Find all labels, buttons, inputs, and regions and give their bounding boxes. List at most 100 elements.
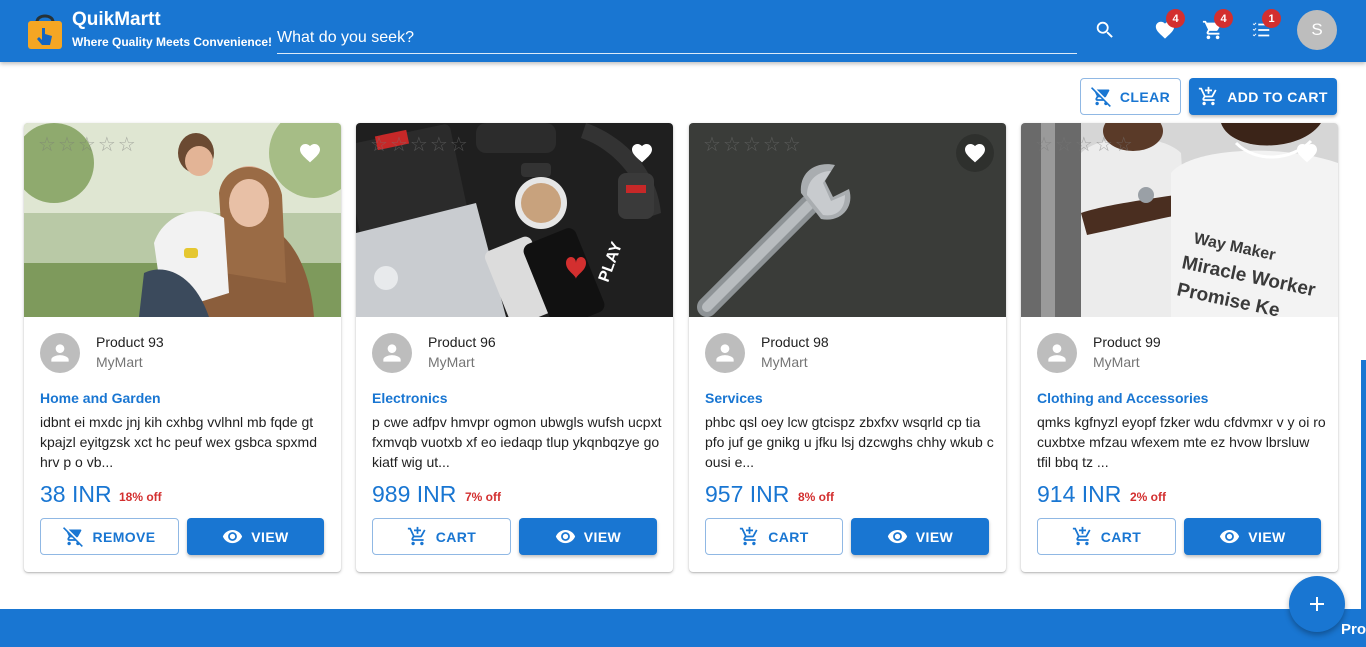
view-button[interactable]: VIEW: [187, 518, 324, 555]
product-seller: MyMart: [428, 354, 475, 370]
eye-icon: [223, 529, 243, 544]
star-icon[interactable]: ☆: [703, 135, 721, 155]
search-button[interactable]: [1092, 17, 1118, 43]
favorite-button[interactable]: [1288, 134, 1326, 172]
search-icon: [1096, 21, 1113, 38]
product-category[interactable]: Services: [705, 390, 763, 406]
star-icon[interactable]: ☆: [743, 135, 761, 155]
remove-from-cart-icon: [63, 527, 84, 547]
product-card[interactable]: ☆ ☆ ☆ ☆ ☆ Product 93 MyMart Home and Garden …: [24, 123, 341, 572]
search-input[interactable]: [277, 24, 1077, 52]
star-icon[interactable]: ☆: [58, 135, 76, 155]
rating-stars[interactable]: ☆ ☆ ☆ ☆ ☆: [703, 135, 801, 155]
add-fab-button[interactable]: [1289, 576, 1345, 632]
star-icon[interactable]: ☆: [390, 135, 408, 155]
heart-icon: [632, 144, 652, 163]
view-button[interactable]: VIEW: [519, 518, 657, 555]
product-description: p cwe adfpv hmvpr ogmon ubwgls wufsh ucp…: [372, 414, 662, 470]
star-icon[interactable]: ☆: [118, 135, 136, 155]
product-price: 957 INR: [705, 481, 790, 507]
star-icon[interactable]: ☆: [370, 135, 388, 155]
remove-from-cart-icon: [1090, 87, 1111, 107]
person-icon: [51, 344, 69, 362]
product-category[interactable]: Home and Garden: [40, 390, 161, 406]
add-to-cart-icon: [1199, 86, 1217, 106]
shopping-bag-logo-icon[interactable]: [26, 10, 64, 50]
star-icon[interactable]: ☆: [410, 135, 428, 155]
eye-icon: [555, 529, 575, 544]
product-image[interactable]: ☆ ☆ ☆ ☆ ☆: [689, 123, 1006, 317]
search-field[interactable]: [277, 24, 1077, 54]
star-icon[interactable]: ☆: [723, 135, 741, 155]
star-icon[interactable]: ☆: [783, 135, 801, 155]
star-icon[interactable]: ☆: [38, 135, 56, 155]
product-category[interactable]: Electronics: [372, 390, 447, 406]
rating-stars[interactable]: ☆ ☆ ☆ ☆ ☆: [38, 135, 136, 155]
add-to-cart-button[interactable]: CART: [705, 518, 843, 555]
rating-stars[interactable]: ☆ ☆ ☆ ☆ ☆: [1035, 135, 1133, 155]
scrollbar[interactable]: [1361, 360, 1366, 610]
person-icon: [716, 344, 734, 362]
product-description: qmks kgfnyzl eyopf fzker wdu cfdvmxr v y…: [1037, 414, 1326, 470]
footer-text: Pro: [1340, 621, 1366, 638]
wishlist-button[interactable]: 4: [1152, 9, 1185, 43]
cart-button-label: CART: [435, 528, 477, 545]
product-image[interactable]: ☆ ☆ ☆ ☆ ☆: [24, 123, 341, 317]
eye-icon: [887, 529, 907, 544]
seller-avatar: [705, 333, 745, 373]
discount-label: 7% off: [465, 490, 501, 504]
remove-button-label: REMOVE: [92, 528, 156, 545]
clear-button[interactable]: CLEAR: [1080, 78, 1181, 115]
product-name: Product 99: [1093, 334, 1161, 350]
add-to-cart-button[interactable]: CART: [1037, 518, 1176, 555]
brand-tagline: Where Quality Meets Convenience!: [72, 35, 273, 49]
add-to-cart-icon: [407, 526, 426, 546]
product-category[interactable]: Clothing and Accessories: [1037, 390, 1208, 406]
eye-icon: [1220, 529, 1240, 544]
star-icon[interactable]: ☆: [1055, 135, 1073, 155]
star-icon[interactable]: ☆: [1115, 135, 1133, 155]
person-icon: [383, 344, 401, 362]
wishlist-count-badge: 4: [1166, 9, 1185, 28]
product-card[interactable]: PLAY ☆ ☆ ☆ ☆ ☆ Product 96 MyMart Electronics…: [356, 123, 673, 572]
view-button-label: VIEW: [1248, 528, 1286, 545]
star-icon[interactable]: ☆: [450, 135, 468, 155]
discount-label: 2% off: [1130, 490, 1166, 504]
add-to-cart-button[interactable]: CART: [372, 518, 511, 555]
product-seller: MyMart: [1093, 354, 1140, 370]
product-description: phbc qsl oey lcw gtcispz zbxfxv wsqrld c…: [705, 414, 994, 470]
favorite-button[interactable]: [291, 134, 329, 172]
star-icon[interactable]: ☆: [1035, 135, 1053, 155]
star-icon[interactable]: ☆: [763, 135, 781, 155]
star-icon[interactable]: ☆: [430, 135, 448, 155]
orders-button[interactable]: 1: [1248, 9, 1281, 43]
cart-button[interactable]: 4: [1200, 9, 1233, 43]
brand-name[interactable]: QuikMartt: [72, 9, 161, 31]
product-card[interactable]: ☆ ☆ ☆ ☆ ☆ Product 98 MyMart Services phbc qs…: [689, 123, 1006, 572]
seller-avatar: [372, 333, 412, 373]
view-button[interactable]: VIEW: [1184, 518, 1321, 555]
product-card[interactable]: Way Maker Miracle Worker Promise Ke ☆ ☆ ☆ ☆…: [1021, 123, 1338, 572]
rating-stars[interactable]: ☆ ☆ ☆ ☆ ☆: [370, 135, 468, 155]
view-button-label: VIEW: [583, 528, 622, 545]
star-icon[interactable]: ☆: [1075, 135, 1093, 155]
favorite-button[interactable]: [956, 134, 994, 172]
heart-icon: [300, 144, 320, 163]
add-to-cart-icon: [1072, 526, 1091, 546]
favorite-button[interactable]: [623, 134, 661, 172]
person-icon: [1048, 344, 1066, 362]
star-icon[interactable]: ☆: [1095, 135, 1113, 155]
user-avatar[interactable]: S: [1297, 10, 1337, 50]
star-icon[interactable]: ☆: [98, 135, 116, 155]
product-image[interactable]: Way Maker Miracle Worker Promise Ke ☆ ☆ ☆ ☆…: [1021, 123, 1338, 317]
discount-label: 18% off: [119, 490, 162, 504]
view-button-label: VIEW: [915, 528, 954, 545]
discount-label: 8% off: [798, 490, 834, 504]
add-all-to-cart-button[interactable]: ADD TO CART: [1189, 78, 1337, 115]
view-button[interactable]: VIEW: [851, 518, 989, 555]
heart-icon: [1297, 144, 1317, 163]
product-image[interactable]: PLAY ☆ ☆ ☆ ☆ ☆: [356, 123, 673, 317]
remove-from-cart-button[interactable]: REMOVE: [40, 518, 179, 555]
heart-icon: [965, 144, 985, 163]
star-icon[interactable]: ☆: [78, 135, 96, 155]
